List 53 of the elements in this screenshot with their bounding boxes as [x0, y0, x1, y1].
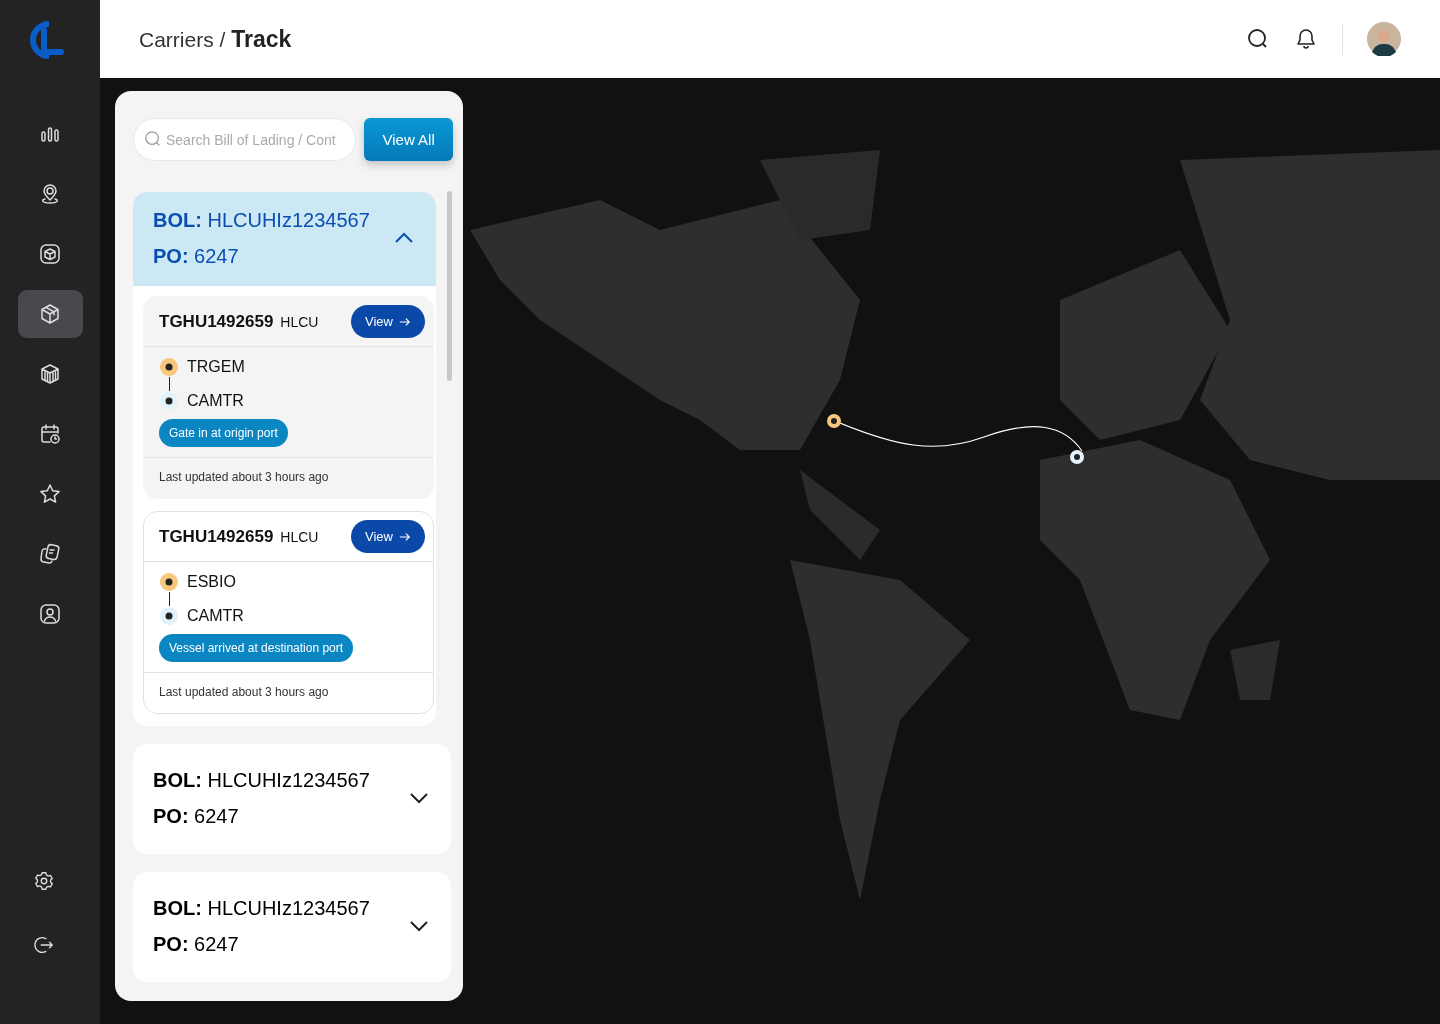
po-number: PO: 6247 — [153, 804, 240, 829]
origin-pin-icon[interactable] — [826, 413, 842, 429]
arrow-icon — [399, 531, 411, 542]
star-icon — [38, 482, 62, 506]
nav-item[interactable] — [17, 290, 83, 338]
contact-icon — [38, 602, 62, 626]
chevron-icon[interactable] — [394, 232, 414, 244]
container-card[interactable]: TGHU1492659 HLCU View TRGEM CAMTR Gate in at origin port Last updated about 3 hours ago — [143, 296, 434, 499]
shipment-header[interactable]: BOL: HLCUHIz1234567 PO: 6247 — [133, 872, 451, 982]
notes-icon — [38, 542, 62, 566]
destination-dot-icon — [159, 391, 179, 411]
chevron-icon[interactable] — [409, 920, 429, 932]
chevron-icon[interactable] — [409, 792, 429, 804]
carrier-code: HLCU — [280, 313, 319, 330]
bol-number: BOL: HLCUHIz1234567 — [153, 208, 370, 233]
container-number: TGHU1492659 — [159, 311, 274, 332]
arrow-icon — [399, 316, 411, 327]
origin-port: ESBIO — [187, 573, 236, 591]
avatar[interactable] — [1367, 22, 1401, 56]
shipment-header[interactable]: BOL: HLCUHIz1234567 PO: 6247 — [133, 744, 451, 854]
po-number: PO: 6247 — [153, 244, 240, 269]
box-icon — [38, 242, 62, 266]
container-card[interactable]: TGHU1492659 HLCU View ESBIO CAMTR Vessel arrived at destination port Last updated about 3 hours ago — [143, 511, 434, 714]
status-badge: Gate in at origin port — [159, 419, 288, 447]
container-icon — [38, 362, 62, 386]
origin-dot-icon — [159, 572, 179, 592]
view-button[interactable]: View — [351, 305, 425, 338]
logout-icon[interactable] — [33, 934, 55, 956]
origin-dot-icon — [159, 357, 179, 377]
logo — [27, 18, 67, 62]
status-badge: Vessel arrived at destination port — [159, 634, 354, 662]
destination-pin-icon[interactable] — [1069, 449, 1085, 465]
last-updated: Last updated about 3 hours ago — [158, 469, 330, 486]
view-button[interactable]: View — [351, 520, 425, 553]
destination-dot-icon — [159, 606, 179, 626]
last-updated: Last updated about 3 hours ago — [158, 684, 330, 701]
breadcrumb-link[interactable]: Carriers / — [139, 27, 226, 51]
view-all-button[interactable]: View All — [364, 118, 453, 161]
container-number: TGHU1492659 — [159, 526, 274, 547]
destination-port: CAMTR — [187, 607, 244, 625]
page-title: Track — [231, 25, 292, 52]
carrier-code: HLCU — [280, 528, 319, 545]
calendar-icon — [38, 422, 62, 446]
settings-icon[interactable] — [33, 870, 55, 892]
bol-number: BOL: HLCUHIz1234567 — [153, 896, 370, 921]
search-field[interactable]: Search Bill of Lading / Cont — [133, 118, 357, 161]
package-icon — [38, 302, 62, 326]
destination-port: CAMTR — [187, 392, 244, 410]
bell-icon[interactable] — [1294, 27, 1318, 51]
origin-port: TRGEM — [187, 358, 245, 376]
po-number: PO: 6247 — [153, 932, 240, 957]
shipment-header[interactable]: BOL: HLCUHIz1234567 PO: 6247 — [133, 192, 436, 286]
bol-number: BOL: HLCUHIz1234567 — [153, 768, 370, 793]
